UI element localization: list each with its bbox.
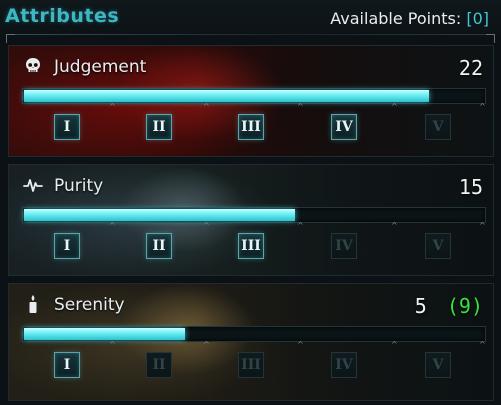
attribute-value: 15: [459, 175, 483, 199]
caret-up-icon: ^: [297, 221, 304, 230]
header-corner-left: [6, 34, 15, 43]
tier-carets: ^ ^ ^ ^ ^: [9, 103, 493, 111]
header-corner-right: [486, 34, 495, 43]
tier-button-5[interactable]: V: [425, 352, 451, 378]
available-points-value: [0]: [466, 9, 489, 28]
caret-up-icon: ^: [109, 221, 116, 230]
attribute-panel-judgement: Judgement 22 ^ ^ ^ ^ ^ I II III IV V: [8, 45, 494, 157]
attribute-progress-fill: [24, 90, 429, 102]
attribute-points: 15: [458, 175, 483, 199]
attribute-bonus: (9): [446, 294, 483, 318]
attribute-progress-fill: [24, 328, 185, 340]
tier-button-5[interactable]: V: [425, 114, 451, 140]
tier-button-5[interactable]: V: [425, 233, 451, 259]
attribute-name: Purity: [54, 176, 104, 196]
header-divider: [8, 34, 491, 35]
attribute-value: 22: [459, 56, 483, 80]
caret-up-icon: ^: [297, 102, 304, 111]
tier-button-2[interactable]: II: [146, 114, 172, 140]
tier-button-4[interactable]: IV: [331, 114, 357, 140]
attribute-progress-fill: [24, 209, 295, 221]
available-points: Available Points: [0]: [330, 9, 489, 28]
caret-up-icon: ^: [203, 221, 210, 230]
attributes-header: Attributes Available Points: [0]: [0, 0, 501, 43]
tier-button-4[interactable]: IV: [331, 352, 357, 378]
candle-icon: [23, 294, 43, 314]
caret-up-icon: ^: [391, 340, 398, 349]
skull-icon: [23, 56, 43, 76]
pulse-icon: [23, 175, 43, 195]
attribute-progress-bar: [22, 88, 486, 104]
attribute-points: 5: [414, 294, 427, 318]
caret-up-icon: ^: [479, 102, 486, 111]
attribute-panel-serenity: Serenity 5 (9) ^ ^ ^ ^ ^ I II III IV V: [8, 283, 494, 401]
caret-up-icon: ^: [203, 340, 210, 349]
caret-up-icon: ^: [109, 340, 116, 349]
caret-up-icon: ^: [479, 221, 486, 230]
tier-button-1[interactable]: I: [54, 352, 80, 378]
attribute-panel-purity: Purity 15 ^ ^ ^ ^ ^ I II III IV V: [8, 164, 494, 276]
tier-button-1[interactable]: I: [54, 114, 80, 140]
attribute-progress-bar: [22, 207, 486, 223]
tier-carets: ^ ^ ^ ^ ^: [9, 341, 493, 349]
available-points-label: Available Points:: [330, 9, 462, 28]
caret-up-icon: ^: [391, 102, 398, 111]
attribute-name: Serenity: [54, 295, 125, 315]
tier-button-3[interactable]: III: [238, 114, 264, 140]
caret-up-icon: ^: [297, 340, 304, 349]
tier-button-3[interactable]: III: [238, 352, 264, 378]
tier-carets: ^ ^ ^ ^ ^: [9, 222, 493, 230]
attribute-value: 5 (9): [415, 294, 483, 318]
tier-button-1[interactable]: I: [54, 233, 80, 259]
tier-button-2[interactable]: II: [146, 352, 172, 378]
attribute-points: 22: [458, 56, 483, 80]
attribute-progress-bar: [22, 326, 486, 342]
caret-up-icon: ^: [391, 221, 398, 230]
caret-up-icon: ^: [479, 340, 486, 349]
caret-up-icon: ^: [203, 102, 210, 111]
tier-button-2[interactable]: II: [146, 233, 172, 259]
tier-button-3[interactable]: III: [238, 233, 264, 259]
tier-button-4[interactable]: IV: [331, 233, 357, 259]
page-title: Attributes: [5, 5, 120, 27]
caret-up-icon: ^: [109, 102, 116, 111]
attribute-name: Judgement: [54, 57, 147, 77]
